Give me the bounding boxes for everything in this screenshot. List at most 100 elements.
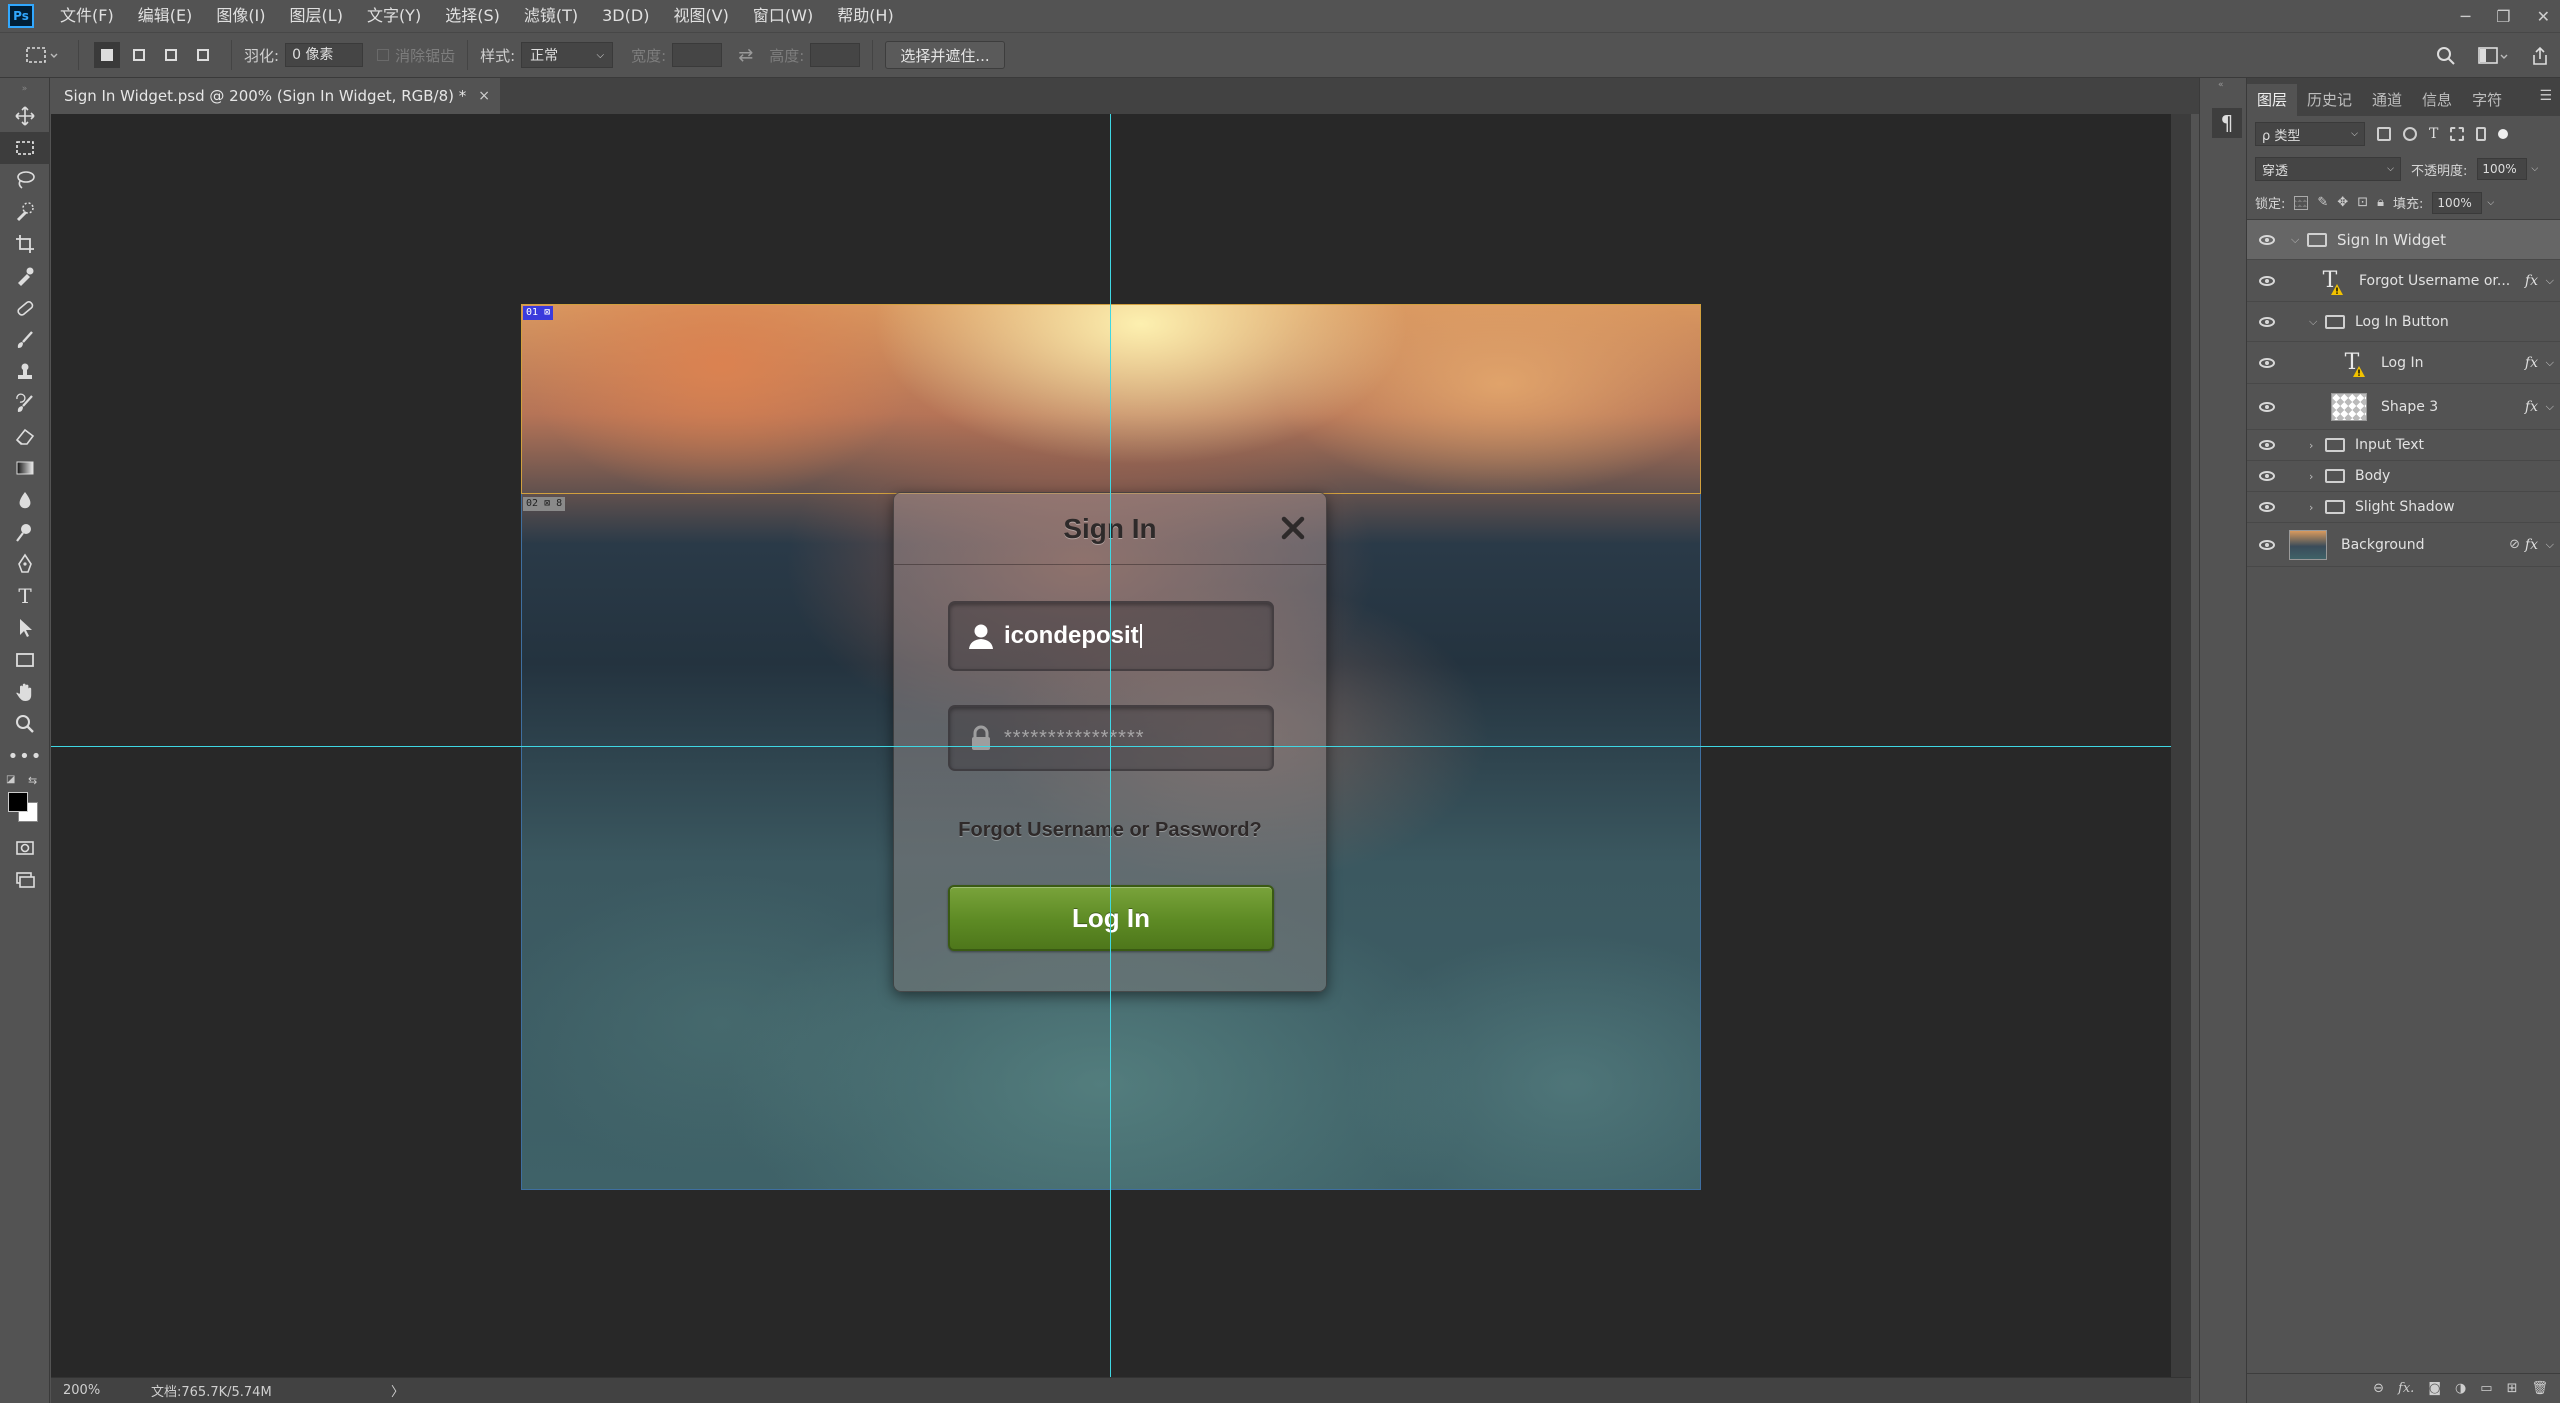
history-brush-tool[interactable] — [0, 388, 50, 420]
eyedropper-tool[interactable] — [0, 260, 50, 292]
layer-shape-3[interactable]: Shape 3 fx ⌵ — [2247, 384, 2560, 430]
group-collapse-icon[interactable]: ⌵ — [2291, 233, 2299, 247]
minimize-icon[interactable]: ─ — [2461, 7, 2471, 26]
add-style-icon[interactable]: fx. — [2398, 1381, 2414, 1396]
lock-transparent-icon[interactable] — [2294, 195, 2309, 210]
more-tools-button[interactable]: ••• — [0, 740, 50, 772]
style-select[interactable]: 正常 ⌵ — [521, 42, 614, 68]
group-expand-icon[interactable]: › — [2309, 439, 2313, 452]
menu-view[interactable]: 视图(V) — [661, 0, 740, 32]
tab-info[interactable]: 信息 — [2412, 84, 2462, 116]
close-tab-icon[interactable]: × — [478, 88, 490, 104]
fx-icon[interactable]: fx — [2525, 355, 2538, 371]
quick-mask-button[interactable] — [0, 832, 50, 864]
select-and-mask-button[interactable]: 选择并遮住... — [885, 41, 1005, 69]
menu-window[interactable]: 窗口(W) — [741, 0, 825, 32]
clone-stamp-tool[interactable] — [0, 356, 50, 388]
tab-character[interactable]: 字符 — [2462, 84, 2512, 116]
adjustment-layer-icon[interactable]: ◑ — [2455, 1381, 2466, 1396]
fx-icon[interactable]: fx — [2525, 399, 2538, 415]
foreground-color[interactable] — [8, 792, 28, 812]
tab-history[interactable]: 历史记 — [2297, 84, 2362, 116]
effects-expand-icon[interactable]: ⌵ — [2546, 538, 2554, 552]
new-selection-button[interactable] — [94, 42, 120, 68]
group-collapse-icon[interactable]: ⌵ — [2309, 315, 2317, 329]
blur-tool[interactable] — [0, 484, 50, 516]
filter-shape-icon[interactable] — [2450, 127, 2465, 141]
search-icon[interactable] — [2436, 46, 2456, 66]
canvas-area[interactable]: 01 ⊠ 02 ⊠ 8 Sign In icondeposit ********… — [51, 114, 2171, 1377]
filter-type-icon[interactable]: T — [2429, 126, 2438, 142]
horizontal-guide[interactable] — [51, 746, 2171, 747]
layer-body[interactable]: › Body — [2247, 461, 2560, 492]
group-expand-icon[interactable]: › — [2309, 501, 2313, 514]
close-icon[interactable] — [1278, 513, 1308, 543]
restore-icon[interactable]: ❐ — [2496, 7, 2510, 26]
filter-smart-object-icon[interactable] — [2476, 127, 2487, 141]
tab-channels[interactable]: 通道 — [2362, 84, 2412, 116]
fx-icon[interactable]: fx — [2525, 273, 2538, 289]
effects-expand-icon[interactable]: ⌵ — [2546, 356, 2554, 370]
lasso-tool[interactable] — [0, 164, 50, 196]
eraser-tool[interactable] — [0, 420, 50, 452]
path-selection-tool[interactable] — [0, 612, 50, 644]
pen-tool[interactable] — [0, 548, 50, 580]
add-to-selection-button[interactable] — [126, 42, 152, 68]
layer-input-text[interactable]: › Input Text — [2247, 430, 2560, 461]
layer-forgot-text[interactable]: T Forgot Username or... fx ⌵ — [2247, 260, 2560, 302]
dodge-tool[interactable] — [0, 516, 50, 548]
delete-layer-icon[interactable]: 🗑︎ — [2531, 1381, 2548, 1396]
tool-preset-picker[interactable] — [18, 38, 66, 72]
visibility-eye-icon[interactable] — [2259, 440, 2275, 450]
zoom-level[interactable]: 200% — [51, 1383, 111, 1398]
lock-position-icon[interactable]: ✥ — [2337, 195, 2348, 210]
crop-tool[interactable] — [0, 228, 50, 260]
status-menu-arrow[interactable]: 〉 — [391, 1381, 404, 1400]
lock-image-icon[interactable]: ✎ — [2317, 195, 2328, 210]
tab-layers[interactable]: 图层 — [2247, 84, 2298, 116]
move-tool[interactable] — [0, 100, 50, 132]
gradient-tool[interactable] — [0, 452, 50, 484]
visibility-eye-icon[interactable] — [2259, 234, 2275, 245]
lock-artboard-icon[interactable]: ⊡ — [2357, 195, 2368, 210]
filter-adjustment-icon[interactable] — [2403, 127, 2417, 141]
layer-sign-in-widget[interactable]: ⌵ Sign In Widget — [2247, 220, 2560, 260]
rectangle-tool[interactable] — [0, 644, 50, 676]
menu-layer[interactable]: 图层(L) — [278, 0, 355, 32]
visibility-eye-icon[interactable] — [2259, 357, 2275, 368]
width-input[interactable] — [672, 43, 723, 67]
layer-background[interactable]: Background ⊘ fx ⌵ — [2247, 523, 2560, 567]
panel-menu-icon[interactable]: ☰ — [2539, 88, 2552, 104]
share-icon[interactable] — [2530, 46, 2550, 66]
opacity-dropdown-icon[interactable]: ⌵ — [2531, 164, 2538, 174]
new-group-icon[interactable]: ▭ — [2480, 1381, 2492, 1396]
effects-expand-icon[interactable]: ⌵ — [2546, 400, 2554, 414]
color-swatches[interactable]: ◪ ⇆ — [0, 772, 50, 832]
type-tool[interactable]: T — [0, 580, 50, 612]
visibility-eye-icon[interactable] — [2259, 502, 2275, 512]
password-field[interactable]: **************** — [948, 705, 1274, 771]
group-expand-icon[interactable]: › — [2309, 470, 2313, 483]
fx-icon[interactable]: fx — [2525, 537, 2538, 553]
marquee-tool[interactable] — [0, 132, 50, 164]
log-in-button[interactable]: Log In — [948, 885, 1274, 951]
antialias-checkbox[interactable] — [377, 49, 390, 61]
visibility-eye-icon[interactable] — [2259, 316, 2275, 327]
height-input[interactable] — [810, 43, 861, 67]
fill-dropdown-icon[interactable]: ⌵ — [2487, 198, 2494, 208]
filter-toggle-icon[interactable] — [2498, 129, 2509, 139]
intersect-selection-button[interactable] — [190, 42, 216, 68]
brush-tool[interactable] — [0, 324, 50, 356]
healing-brush-tool[interactable] — [0, 292, 50, 324]
fill-input[interactable]: 100% — [2432, 191, 2483, 214]
layer-slight-shadow[interactable]: › Slight Shadow — [2247, 492, 2560, 523]
username-field[interactable]: icondeposit — [948, 601, 1274, 671]
lock-all-icon[interactable]: 🔒︎ — [2377, 195, 2384, 210]
layer-log-in-text[interactable]: T Log In fx ⌵ — [2247, 342, 2560, 384]
close-icon[interactable]: ✕ — [2537, 7, 2550, 26]
feather-input[interactable]: 0 像素 — [285, 43, 364, 67]
menu-type[interactable]: 文字(Y) — [355, 0, 433, 32]
menu-edit[interactable]: 编辑(E) — [126, 0, 205, 32]
opacity-input[interactable]: 100% — [2477, 158, 2528, 180]
visibility-eye-icon[interactable] — [2259, 539, 2275, 550]
